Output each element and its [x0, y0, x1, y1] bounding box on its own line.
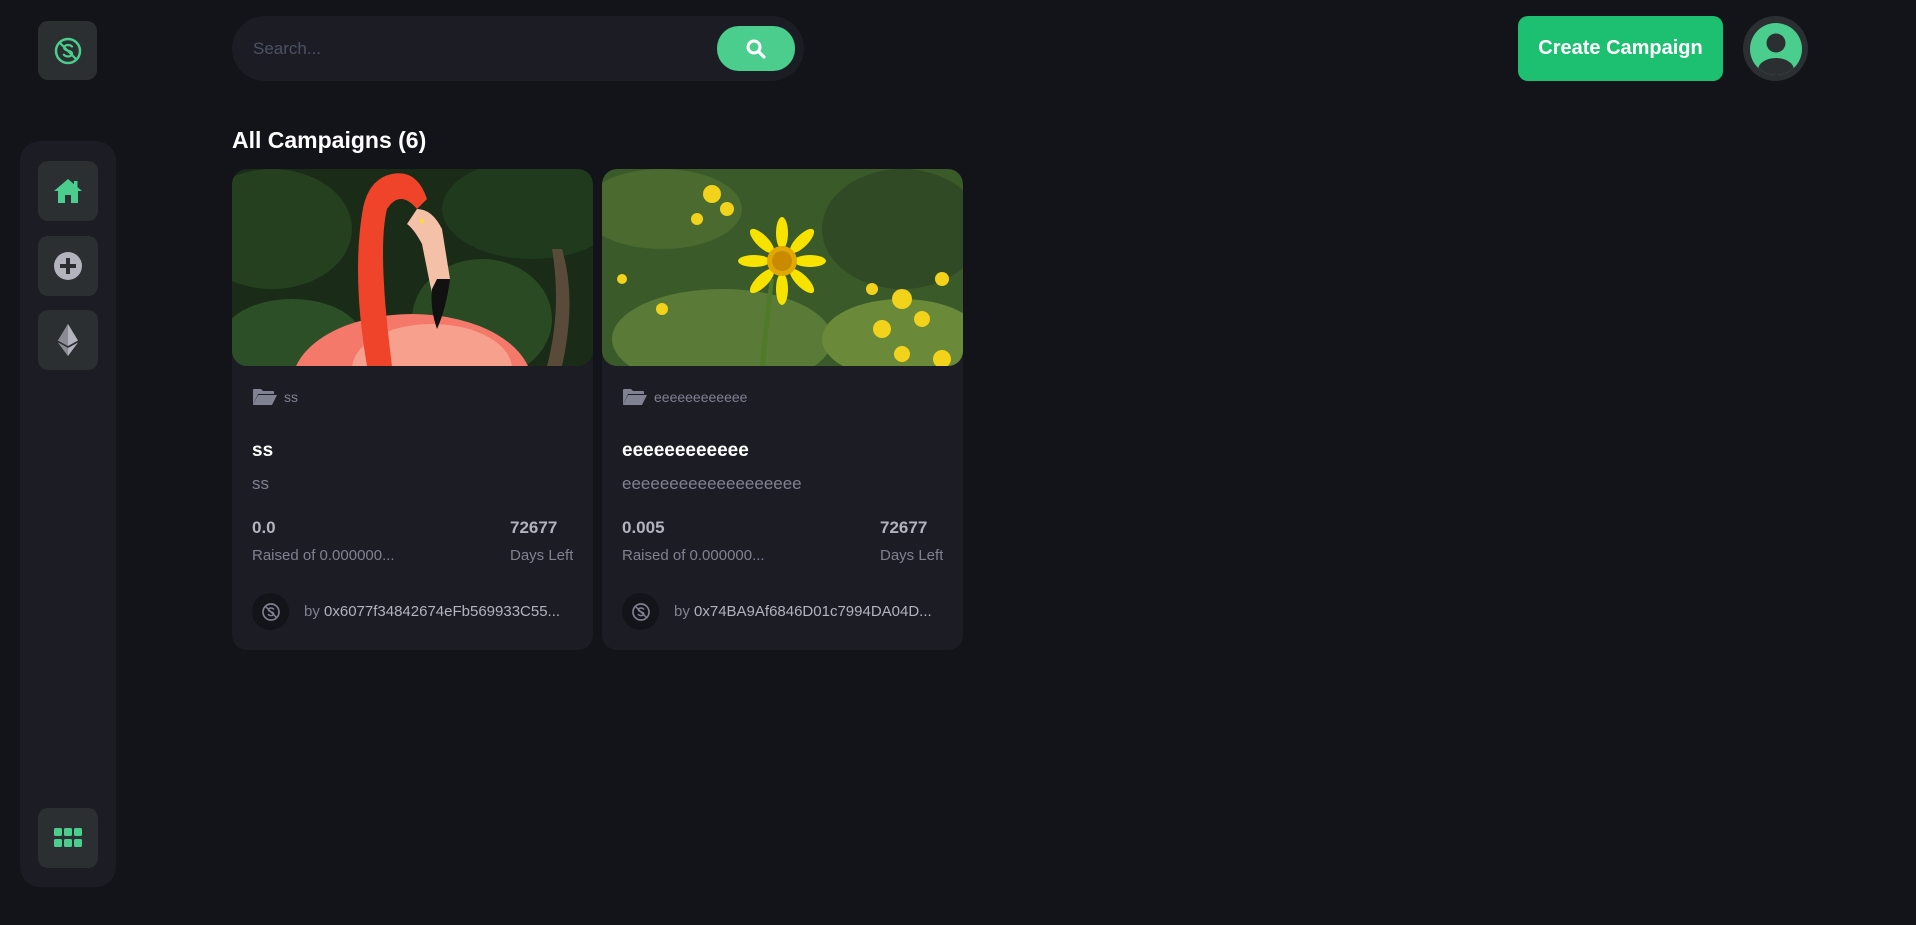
folder-icon	[253, 389, 277, 405]
search-bar	[232, 16, 804, 81]
campaign-description: eeeeeeeeeeeeeeeeeee	[622, 474, 802, 493]
create-campaign-button[interactable]: Create Campaign	[1518, 16, 1723, 81]
search-icon	[746, 39, 766, 59]
page-title: All Campaigns (6)	[232, 127, 427, 153]
days-left-label: Days Left	[510, 547, 574, 564]
logo-icon	[261, 602, 280, 621]
sidebar-item-home[interactable]	[38, 161, 98, 221]
campaign-image	[232, 169, 593, 366]
campaign-card[interactable]: eeeeeeeeeeee eeeeeeeeeeee eeeeeeeeeeeeee…	[602, 169, 963, 650]
logo[interactable]	[38, 21, 97, 80]
campaign-owner: by 0x74BA9Af6846D01c7994DA04D...	[622, 593, 932, 630]
amount-raised: 0.0	[252, 518, 276, 537]
campaign-category: ss	[252, 388, 298, 406]
owner-avatar	[252, 593, 289, 630]
app-page: Create Campaign All Campaigns (6)	[0, 0, 1916, 925]
raised-label: Raised of 0.000000...	[252, 547, 395, 564]
category-label: eeeeeeeeeeee	[654, 389, 748, 405]
owner-address: 0x74BA9Af6846D01c7994DA04D...	[694, 603, 932, 620]
campaign-image	[602, 169, 963, 366]
logo-icon	[631, 602, 650, 621]
campaign-owner: by 0x6077f34842674eFb569933C55...	[252, 593, 562, 630]
campaign-description: ss	[252, 474, 269, 493]
campaign-title: eeeeeeeeeeee	[622, 440, 749, 461]
owner-text: by 0x6077f34842674eFb569933C55...	[304, 603, 562, 620]
grid-icon	[54, 828, 82, 847]
owner-prefix: by	[674, 603, 690, 620]
days-left-value: 72677	[880, 518, 928, 537]
owner-text: by 0x74BA9Af6846D01c7994DA04D...	[674, 603, 932, 620]
days-left-value: 72677	[510, 518, 558, 537]
sidebar-item-apps[interactable]	[38, 808, 98, 868]
days-left-label: Days Left	[880, 547, 944, 564]
search-input[interactable]	[232, 16, 717, 81]
user-avatar-icon	[1749, 22, 1802, 75]
sidebar-item-ethereum[interactable]	[38, 310, 98, 370]
amount-raised: 0.005	[622, 518, 665, 537]
profile-button[interactable]	[1743, 16, 1808, 81]
folder-icon	[623, 389, 647, 405]
sidebar-item-create-campaign[interactable]	[38, 236, 98, 296]
sidebar	[20, 141, 116, 887]
campaign-card[interactable]: ss ss ss 0.0 Raised of 0.000000... 72677…	[232, 169, 593, 650]
owner-address: 0x6077f34842674eFb569933C55...	[324, 603, 561, 620]
owner-avatar	[622, 593, 659, 630]
plus-circle-icon	[54, 252, 82, 280]
search-button[interactable]	[717, 26, 795, 71]
ethereum-icon	[58, 324, 78, 356]
raised-label: Raised of 0.000000...	[622, 547, 765, 564]
category-label: ss	[284, 389, 298, 405]
home-icon	[54, 179, 82, 203]
campaign-title: ss	[252, 440, 274, 461]
owner-prefix: by	[304, 603, 320, 620]
logo-icon	[54, 37, 81, 64]
campaign-category: eeeeeeeeeeee	[622, 388, 747, 406]
